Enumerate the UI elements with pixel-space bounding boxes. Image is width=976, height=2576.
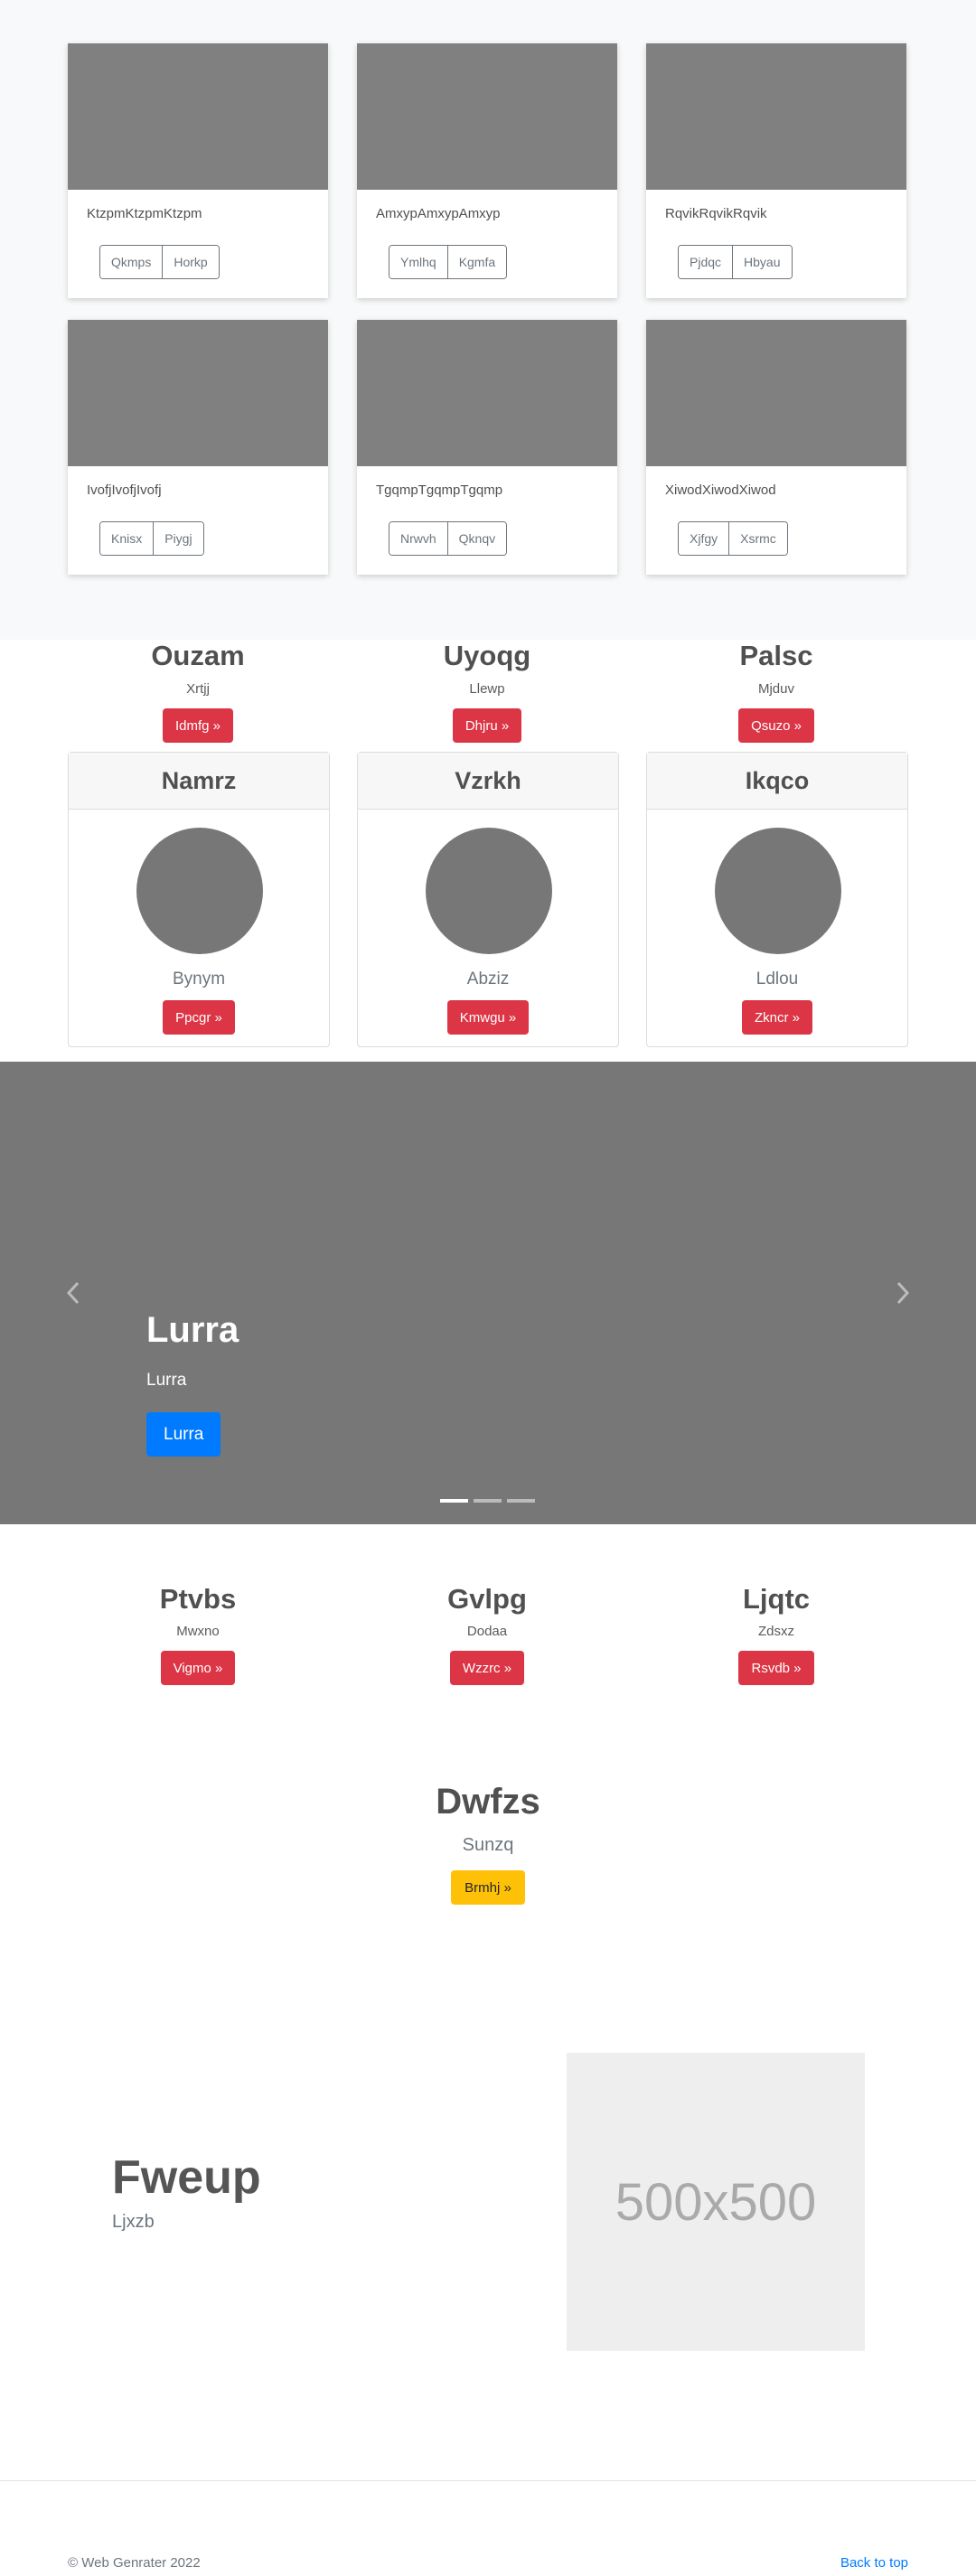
column-subtitle: Mwxno (176, 1624, 220, 1639)
hero-title: Fweup (112, 2151, 261, 2204)
placeholder-label: 500x500 (615, 2172, 817, 2232)
album-card: AmxypAmxypAmxyp Ymlhq Kgmfa (357, 43, 617, 298)
column-title: Ouzam (151, 640, 245, 671)
column-subtitle: Dodaa (466, 1624, 508, 1639)
card-thumbnail (646, 43, 906, 190)
card-view-button[interactable]: Pjdqc (679, 246, 733, 278)
column-title: Ptvbs (159, 1583, 237, 1615)
card-view-button[interactable]: Qkmps (100, 246, 163, 278)
avatar (715, 828, 841, 954)
column-title: Gvlpg (447, 1583, 527, 1615)
card-thumbnail (357, 320, 617, 466)
footer-divider (0, 2480, 976, 2481)
album-card: KtzpmKtzpmKtzpm Qkmps Horkp (68, 43, 328, 298)
hero-subtitle: Ljxzb (112, 2212, 155, 2232)
profile-card: Vzrkh Abziz Kmwgu » (357, 752, 619, 1047)
card-view-button[interactable]: Ymlhq (389, 246, 447, 278)
card-button-group: Nrwvh Qknqv (389, 521, 508, 556)
carousel-indicator[interactable] (507, 1499, 535, 1503)
card-text: AmxypAmxypAmxyp (376, 206, 501, 221)
card-button-group: Xjfgy Xsrmc (678, 521, 788, 556)
carousel-indicator[interactable] (474, 1499, 502, 1503)
card-button-group: Knisx Piygj (99, 521, 204, 556)
card-subtitle: Abziz (466, 970, 510, 988)
featured-title: Dwfzs (436, 1782, 540, 1822)
card-thumbnail (646, 320, 906, 466)
card-button-group: Qkmps Horkp (99, 245, 220, 279)
avatar (136, 828, 263, 954)
card-action-button[interactable]: Ppcgr » (163, 1000, 235, 1035)
card-header: Namrz (69, 753, 329, 810)
card-edit-button[interactable]: Piygj (153, 522, 203, 555)
feature-column: Ljqtc Zdsxz Rsvdb » (646, 1583, 906, 1685)
feature-column: Palsc Mjduv Qsuzo » (646, 640, 906, 743)
card-subtitle: Bynym (172, 970, 226, 988)
carousel: Lurra Lurra Lurra (0, 1062, 976, 1524)
card-text: TgqmpTgqmpTgqmp (376, 482, 503, 498)
carousel-button[interactable]: Lurra (146, 1412, 221, 1457)
column-button[interactable]: Idmfg » (162, 708, 234, 743)
card-subtitle: Ldlou (755, 970, 799, 988)
avatar (426, 828, 552, 954)
album-section: KtzpmKtzpmKtzpm Qkmps Horkp AmxypAmxypAm… (0, 0, 976, 640)
featured-section: Dwfzs Sunzq Brmhj » (0, 1782, 976, 1905)
column-title: Uyoqg (443, 640, 531, 671)
card-button-group: Pjdqc Hbyau (678, 245, 793, 279)
card-edit-button[interactable]: Hbyau (732, 246, 792, 278)
card-action-button[interactable]: Kmwgu » (446, 1000, 530, 1035)
carousel-subtitle: Lurra (146, 1371, 187, 1390)
column-button[interactable]: Rsvdb » (738, 1651, 814, 1685)
profile-card: Namrz Bynym Ppcgr » (68, 752, 330, 1047)
column-title: Ljqtc (742, 1583, 811, 1615)
carousel-prev-icon[interactable] (60, 1275, 87, 1311)
feature-column: Ptvbs Mwxno Vigmo » (68, 1583, 328, 1685)
card-text: RqvikRqvikRqvik (665, 206, 767, 221)
profile-card: Ikqco Ldlou Zkncr » (646, 752, 908, 1047)
card-text: XiwodXiwodXiwod (665, 482, 776, 498)
card-text: IvofjIvofjIvofj (87, 482, 162, 498)
card-edit-button[interactable]: Qknqv (446, 522, 507, 555)
card-view-button[interactable]: Knisx (100, 522, 154, 555)
column-title: Palsc (739, 640, 813, 671)
featured-subtitle: Sunzq (462, 1835, 514, 1855)
column-button[interactable]: Vigmo » (160, 1651, 236, 1685)
feature-column: Ouzam Xrtjj Idmfg » (68, 640, 328, 743)
card-edit-button[interactable]: Xsrmc (728, 522, 787, 555)
placeholder-image: 500x500 (567, 2053, 865, 2351)
card-edit-button[interactable]: Kgmfa (446, 246, 507, 278)
feature-column: Uyoqg Llewp Dhjru » (357, 640, 617, 743)
column-button[interactable]: Qsuzo » (738, 708, 814, 743)
carousel-title: Lurra (146, 1310, 239, 1350)
album-card: XiwodXiwodXiwod Xjfgy Xsrmc (646, 320, 906, 575)
card-thumbnail (68, 43, 328, 190)
card-view-button[interactable]: Xjfgy (679, 522, 729, 555)
card-text: KtzpmKtzpmKtzpm (87, 206, 202, 221)
card-thumbnail (68, 320, 328, 466)
column-button[interactable]: Dhjru » (452, 708, 522, 743)
album-card: TgqmpTgqmpTgqmp Nrwvh Qknqv (357, 320, 617, 575)
card-edit-button[interactable]: Horkp (162, 246, 219, 278)
carousel-next-icon[interactable] (889, 1275, 916, 1311)
card-header: Ikqco (647, 753, 907, 810)
card-button-group: Ymlhq Kgmfa (389, 245, 508, 279)
carousel-indicator[interactable] (440, 1499, 468, 1503)
carousel-indicators (440, 1499, 535, 1503)
featured-button[interactable]: Brmhj » (451, 1870, 525, 1905)
feature-column: Gvlpg Dodaa Wzzrc » (357, 1583, 617, 1685)
card-view-button[interactable]: Nrwvh (389, 522, 447, 555)
carousel-caption: Lurra Lurra Lurra (146, 1310, 239, 1457)
column-subtitle: Mjduv (757, 681, 794, 697)
card-action-button[interactable]: Zkncr » (741, 1000, 812, 1035)
card-header: Vzrkh (358, 753, 618, 810)
card-thumbnail (357, 43, 617, 190)
column-subtitle: Zdsxz (757, 1624, 794, 1639)
back-to-top-link[interactable]: Back to top (840, 2555, 908, 2571)
column-subtitle: Llewp (469, 681, 505, 697)
column-button[interactable]: Wzzrc » (449, 1651, 525, 1685)
footer-copyright: © Web Genrater 2022 (68, 2555, 201, 2571)
album-card: RqvikRqvikRqvik Pjdqc Hbyau (646, 43, 906, 298)
album-card: IvofjIvofjIvofj Knisx Piygj (68, 320, 328, 575)
column-subtitle: Xrtjj (186, 681, 210, 697)
